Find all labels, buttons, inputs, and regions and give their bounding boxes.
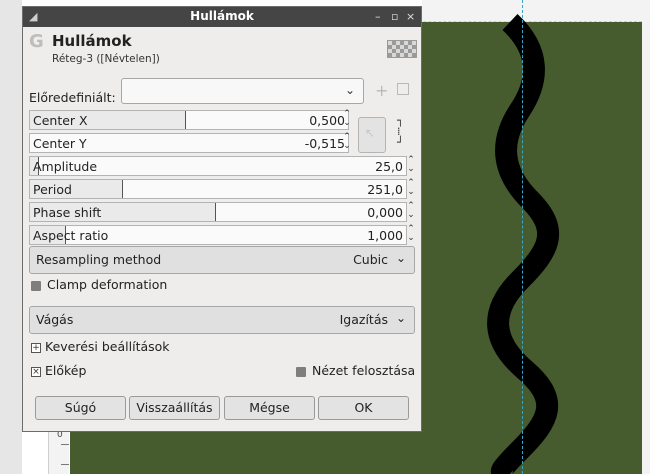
clamp-label: Clamp deformation — [47, 277, 168, 292]
chevron-down-icon: ⌄ — [395, 311, 406, 325]
presets-label: Előredefiniált: — [29, 90, 116, 105]
aspect-ratio-value: 1,000 — [367, 228, 403, 243]
phase-shift-label: Phase shift — [33, 205, 102, 220]
period-label: Period — [33, 182, 72, 197]
clipping-value: Igazítás — [339, 312, 388, 327]
amplitude-spin[interactable]: ⌃ ⌄ — [405, 156, 417, 176]
presets-combo[interactable]: ⌄ — [121, 78, 364, 104]
phase-shift-spin[interactable]: ⌃ ⌄ — [405, 202, 417, 222]
pick-center-button[interactable]: ↖ — [358, 117, 386, 153]
gegl-logo-icon: G — [29, 31, 44, 52]
window-title: Hullámok — [190, 9, 254, 23]
pointer-icon: ↖ — [365, 126, 376, 140]
aspect-ratio-spin[interactable]: ⌃ ⌄ — [405, 225, 417, 245]
amplitude-label: Amplitude — [33, 159, 98, 174]
center-x-label: Center X — [33, 113, 88, 128]
resampling-value: Cubic — [353, 252, 388, 267]
center-y-label: Center Y — [33, 136, 87, 151]
maximize-button[interactable]: ▫ — [391, 9, 398, 25]
amplitude-value: 25,0 — [375, 159, 403, 174]
aspect-ratio-slider[interactable]: Aspect ratio 1,000 — [29, 225, 407, 245]
center-x-spin[interactable]: ⌃ ⌄ — [341, 110, 353, 130]
ruler-tick — [61, 444, 69, 445]
guide-line[interactable] — [522, 0, 523, 474]
chain-link-icon[interactable]: ┐ ⁞ ┘ — [397, 115, 404, 148]
period-slider[interactable]: Period 251,0 — [29, 179, 407, 199]
minimize-button[interactable]: – — [375, 9, 381, 25]
period-value: 251,0 — [367, 182, 403, 197]
center-y-spin[interactable]: ⌃ ⌄ — [341, 133, 353, 153]
title-bar[interactable]: ◢ Hullámok – ▫ × — [23, 7, 421, 27]
preview-label: Előkép — [45, 363, 87, 378]
split-view-checkbox[interactable] — [296, 367, 306, 377]
blending-options-expander[interactable]: Keverési beállítások — [45, 339, 170, 354]
center-y-value: -0,515 — [304, 136, 345, 151]
cancel-button[interactable]: Mégse — [224, 396, 315, 420]
layer-thumbnail — [387, 40, 417, 58]
period-spin[interactable]: ⌃ ⌄ — [405, 179, 417, 199]
clamp-checkbox[interactable] — [31, 281, 41, 291]
help-button[interactable]: Súgó — [35, 396, 126, 420]
clipping-label: Vágás — [36, 312, 74, 327]
ok-button[interactable]: OK — [318, 396, 409, 420]
resampling-label: Resampling method — [36, 252, 162, 267]
phase-shift-slider[interactable]: Phase shift 0,000 — [29, 202, 407, 222]
clipping-dropdown[interactable]: Vágás Igazítás ⌄ — [29, 306, 415, 334]
split-view-label: Nézet felosztása — [312, 363, 416, 378]
resampling-dropdown[interactable]: Resampling method Cubic ⌄ — [29, 246, 415, 274]
center-x-slider[interactable]: Center X 0,500 — [29, 110, 349, 130]
add-preset-icon[interactable]: + — [375, 81, 388, 100]
chevron-down-icon: ⌄ — [344, 83, 355, 97]
aspect-ratio-label: Aspect ratio — [33, 228, 109, 243]
layer-subtitle: Réteg-3 ([Névtelen]) — [52, 53, 160, 65]
center-x-value: 0,500 — [309, 113, 345, 128]
filter-title: Hullámok — [52, 32, 132, 50]
expand-icon[interactable]: + — [31, 343, 41, 353]
amplitude-slider[interactable]: Amplitude 25,0 — [29, 156, 407, 176]
ruler-tick — [61, 464, 69, 465]
close-button[interactable]: × — [406, 9, 415, 25]
phase-shift-value: 0,000 — [367, 205, 403, 220]
waves-dialog: ◢ Hullámok – ▫ × G Hullámok Réteg-3 ([Né… — [22, 6, 422, 432]
preset-menu-icon[interactable] — [397, 83, 409, 95]
reset-button[interactable]: Visszaállítás — [129, 396, 220, 420]
center-y-slider[interactable]: Center Y -0,515 — [29, 133, 349, 153]
preview-checkbox[interactable]: × — [31, 367, 41, 377]
chevron-down-icon: ⌄ — [395, 251, 406, 265]
